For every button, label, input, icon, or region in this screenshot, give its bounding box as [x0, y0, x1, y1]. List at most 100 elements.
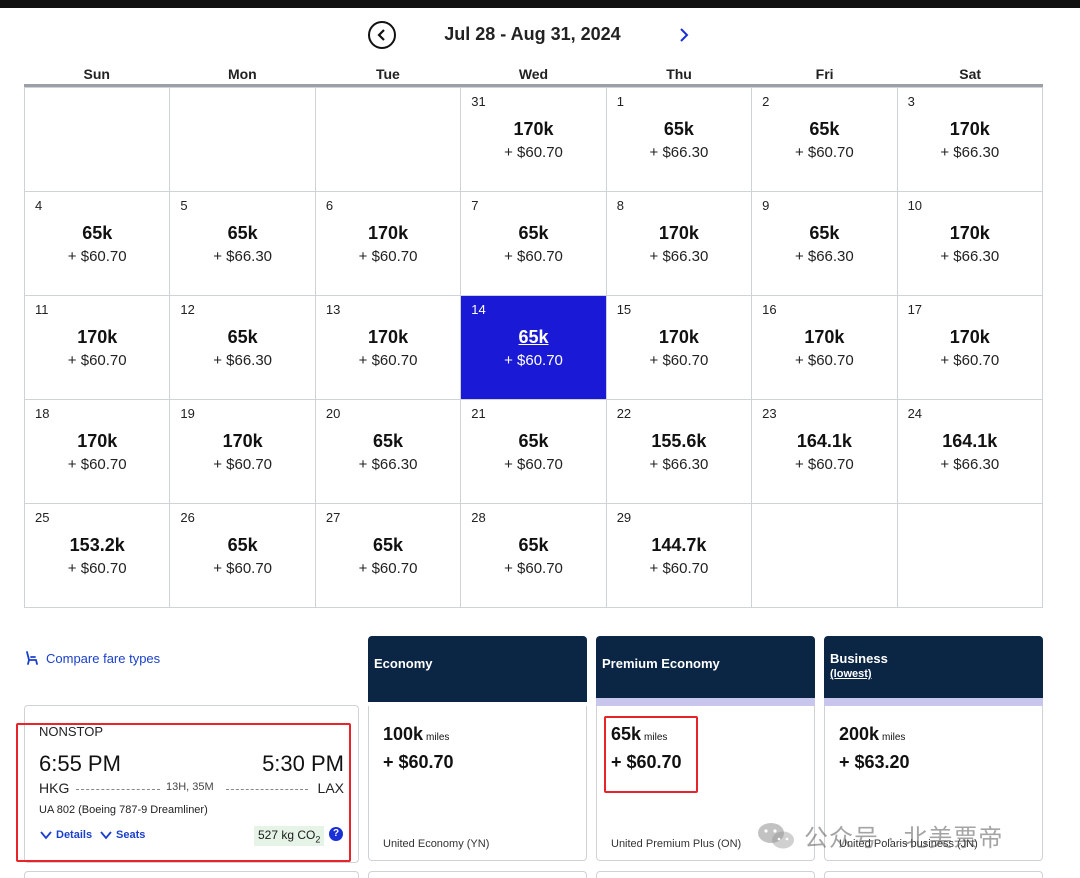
weekday-header: Sun Mon Tue Wed Thu Fri Sat [24, 66, 1043, 84]
calendar-day[interactable]: 31 170k + $60.70 [461, 88, 607, 192]
calendar-day[interactable]: 22 155.6k + $66.30 [606, 400, 753, 504]
day-number: 18 [35, 406, 50, 421]
day-number: 22 [616, 406, 632, 421]
fare-lowest-link[interactable]: (lowest) [830, 668, 1037, 680]
calendar-day[interactable]: 17 170k + $60.70 [897, 296, 1043, 400]
flight-duration: 13H, 35M [166, 781, 214, 793]
calendar-day[interactable]: 28 65k + $60.70 [461, 504, 607, 608]
fare-code: United Premium Plus (ON) [611, 838, 742, 850]
calendar-day[interactable]: 11 170k + $60.70 [25, 296, 171, 400]
details-button[interactable]: Details [39, 829, 92, 841]
compare-fare-types-link[interactable]: Compare fare types [24, 650, 160, 666]
day-number: 14 [471, 302, 486, 317]
previous-month-button[interactable] [368, 21, 396, 49]
day-miles: 164.1k [796, 431, 852, 451]
day-tax: + $66.30 [649, 144, 709, 161]
calendar-day[interactable]: 2 65k + $60.70 [752, 88, 898, 192]
day-number: 29 [616, 510, 632, 525]
co2-value: 527 kg CO [258, 828, 316, 842]
day-miles: 65k [809, 119, 840, 139]
day-tax: + $66.30 [940, 456, 1000, 473]
day-tax: + $60.70 [67, 248, 127, 265]
calendar-day[interactable]: 24 164.1k + $66.30 [897, 400, 1043, 504]
calendar-day[interactable]: 26 65k + $60.70 [170, 504, 316, 608]
day-number: 15 [616, 302, 632, 317]
calendar-day[interactable]: 9 65k + $66.30 [752, 192, 898, 296]
top-bar [0, 0, 1080, 8]
fare-miles: 65k [611, 724, 642, 744]
weekday-label: Tue [375, 66, 400, 82]
departure-time: 6:55 PM [39, 751, 121, 776]
compare-fare-types-label: Compare fare types [46, 650, 161, 666]
calendar-day[interactable]: 15 170k + $60.70 [606, 296, 753, 400]
fare-miles-unit: miles [644, 732, 668, 743]
weekday-label: Wed [518, 66, 549, 82]
day-number: 10 [907, 198, 923, 213]
day-number: 1 [616, 94, 624, 109]
fare-option-economy[interactable]: 100k miles + $60.70 United Economy (YN) [368, 706, 587, 861]
calendar-day[interactable]: 21 65k + $60.70 [461, 400, 607, 504]
day-miles: 170k [77, 327, 118, 347]
fare-miles: 200k [839, 724, 880, 744]
day-number: 19 [180, 406, 195, 421]
calendar-day[interactable]: 23 164.1k + $60.70 [752, 400, 898, 504]
watermark-text: 公众号 · 北美票帝 [804, 825, 1004, 852]
info-icon[interactable]: ? [329, 827, 343, 841]
calendar-day[interactable]: 27 65k + $60.70 [315, 504, 462, 608]
seats-label: Seats [116, 829, 146, 841]
calendar-day[interactable]: 6 170k + $60.70 [315, 192, 462, 296]
calendar-day[interactable]: 3 170k + $66.30 [897, 88, 1043, 192]
day-number: 21 [471, 406, 486, 421]
calendar-day-empty [170, 88, 316, 192]
calendar-day[interactable]: 29 144.7k + $60.70 [606, 504, 753, 608]
day-number: 7 [471, 198, 479, 213]
seats-button[interactable]: Seats [99, 829, 145, 841]
fare-code: United Economy (YN) [383, 838, 490, 850]
calendar-day[interactable]: 8 170k + $66.30 [606, 192, 753, 296]
day-tax: + $60.70 [213, 560, 273, 577]
day-tax: + $60.70 [504, 560, 563, 577]
calendar-day[interactable]: 25 153.2k + $60.70 [25, 504, 171, 608]
day-tax: + $66.30 [358, 456, 418, 473]
calendar-day[interactable]: 12 65k + $66.30 [170, 296, 316, 400]
day-tax: + $66.30 [940, 248, 1000, 265]
calendar-day[interactable]: 20 65k + $66.30 [315, 400, 462, 504]
day-miles: 170k [222, 431, 263, 451]
day-tax: + $66.30 [794, 248, 854, 265]
calendar-day[interactable]: 5 65k + $66.30 [170, 192, 316, 296]
calendar-day[interactable]: 13 170k + $60.70 [315, 296, 462, 400]
day-tax: + $60.70 [358, 352, 418, 369]
day-miles: 155.6k [651, 431, 707, 451]
calendar-day[interactable]: 1 65k + $66.30 [606, 88, 753, 192]
next-fare-card-edge [824, 871, 1043, 878]
stops-label: NONSTOP [39, 724, 104, 739]
calendar-day[interactable]: 4 65k + $60.70 [25, 192, 171, 296]
calendar-day[interactable]: 10 170k + $66.30 [897, 192, 1043, 296]
day-tax: + $60.70 [649, 560, 709, 577]
wechat-icon [758, 822, 794, 848]
day-number: 11 [35, 302, 49, 317]
day-tax: + $66.30 [649, 456, 709, 473]
day-miles: 65k [373, 431, 404, 451]
calendar-day[interactable]: 16 170k + $60.70 [752, 296, 898, 400]
co2-badge: 527 kg CO2 [254, 826, 325, 846]
calendar-day-empty [25, 88, 171, 192]
day-number: 8 [616, 198, 624, 213]
seat-icon [26, 651, 38, 665]
details-label: Details [56, 829, 93, 841]
destination-airport: LAX [317, 780, 344, 796]
next-month-button[interactable] [672, 23, 696, 47]
day-number: 20 [325, 406, 341, 421]
day-tax: + $60.70 [794, 144, 854, 161]
fare-header-strip [596, 698, 815, 706]
day-number: 28 [471, 510, 486, 525]
fare-header: Premium Economy [596, 636, 815, 702]
day-miles: 65k [82, 223, 113, 243]
calendar-day-selected[interactable]: 14 65k + $60.70 [461, 296, 607, 400]
day-tax: + $60.70 [940, 352, 1000, 369]
calendar-day[interactable]: 7 65k + $60.70 [461, 192, 607, 296]
calendar-day[interactable]: 19 170k + $60.70 [170, 400, 316, 504]
fare-column-economy: Economy 100k miles + $60.70 United Econom… [368, 636, 587, 861]
calendar-day[interactable]: 18 170k + $60.70 [25, 400, 171, 504]
calendar-day-empty [752, 504, 898, 608]
